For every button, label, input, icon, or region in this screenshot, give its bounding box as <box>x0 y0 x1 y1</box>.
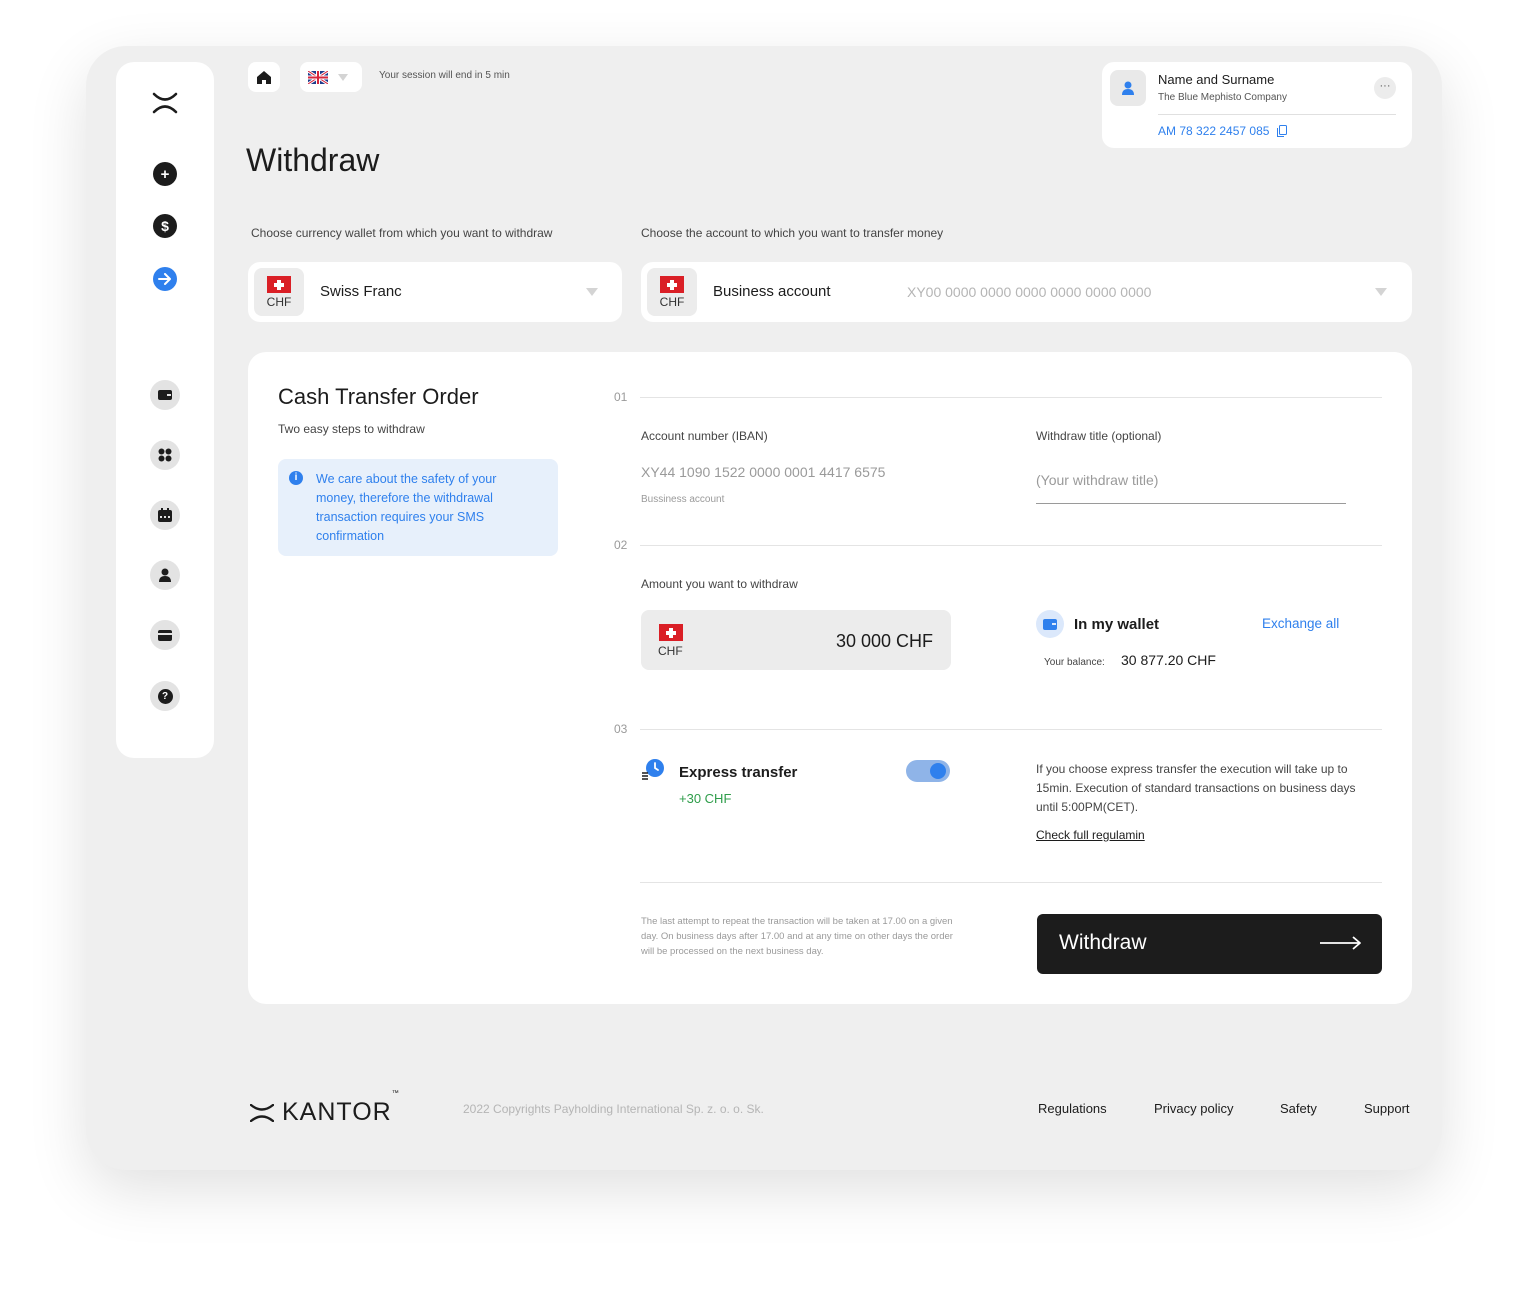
home-icon <box>257 70 271 84</box>
iban-account-type: Bussiness account <box>641 494 725 505</box>
currency-code: CHF <box>266 294 292 309</box>
card-subtitle: Two easy steps to withdraw <box>278 422 425 436</box>
express-description: If you choose express transfer the execu… <box>1036 762 1356 814</box>
user-account-number[interactable]: AM 78 322 2457 085 <box>1158 124 1288 138</box>
wallet-icon <box>1036 610 1064 638</box>
logo-x-icon[interactable] <box>152 92 178 114</box>
step-divider <box>640 397 1382 398</box>
currency-name: Swiss Franc <box>320 283 402 300</box>
dashboard-icon[interactable] <box>150 440 180 470</box>
express-clock-icon <box>642 759 664 780</box>
card-icon[interactable] <box>150 620 180 650</box>
user-icon[interactable] <box>150 560 180 590</box>
session-timer: Your session will end in 5 min <box>379 70 510 81</box>
iban-placeholder: XY00 0000 0000 0000 0000 0000 0000 <box>907 284 1152 300</box>
language-selector[interactable] <box>300 62 362 92</box>
user-avatar-icon <box>1122 81 1134 95</box>
footer-link-privacy[interactable]: Privacy policy <box>1154 1101 1233 1116</box>
source-wallet-select[interactable]: CHF Swiss Franc <box>248 262 622 322</box>
currency-code: CHF <box>658 644 683 658</box>
express-toggle[interactable] <box>906 760 950 782</box>
more-options-button[interactable]: ··· <box>1374 77 1396 99</box>
footer-link-regulations[interactable]: Regulations <box>1038 1101 1107 1116</box>
regulamin-link[interactable]: Check full regulamin <box>1036 828 1145 842</box>
target-account-select[interactable]: CHF Business account XY00 0000 0000 0000… <box>641 262 1412 322</box>
step-number: 02 <box>614 538 628 552</box>
source-wallet-label: Choose currency wallet from which you wa… <box>251 226 553 240</box>
footer-brand: KANTOR™ <box>250 1090 400 1127</box>
app-frame: + $ ? Your session will end in 5 min Nam… <box>86 46 1442 1170</box>
footer-link-safety[interactable]: Safety <box>1280 1101 1317 1116</box>
balance-label: Your balance: <box>1044 657 1105 668</box>
dollar-icon[interactable]: $ <box>153 214 177 238</box>
divider <box>640 882 1382 883</box>
divider <box>1158 114 1396 115</box>
card-title: Cash Transfer Order <box>278 384 479 409</box>
copy-icon[interactable] <box>1277 125 1288 137</box>
avatar[interactable] <box>1110 70 1146 106</box>
home-button[interactable] <box>248 62 280 92</box>
swiss-flag-icon <box>267 275 291 293</box>
account-name: Business account <box>713 283 831 300</box>
iban-label: Account number (IBAN) <box>641 429 768 443</box>
uk-flag-icon <box>308 70 328 84</box>
swiss-flag-icon <box>660 275 684 293</box>
arrow-right-icon[interactable] <box>153 267 177 291</box>
help-icon[interactable]: ? <box>150 681 180 711</box>
exchange-all-link[interactable]: Exchange all <box>1262 616 1339 631</box>
target-account-label: Choose the account to which you want to … <box>641 226 944 240</box>
account-number-text: AM 78 322 2457 085 <box>1158 124 1270 138</box>
withdraw-title-input[interactable]: (Your withdraw title) <box>1036 472 1158 488</box>
step-number: 01 <box>614 390 628 404</box>
add-icon[interactable]: + <box>153 162 177 186</box>
copyright: 2022 Copyrights Payholding International… <box>463 1102 764 1116</box>
cash-transfer-card: Cash Transfer Order Two easy steps to wi… <box>248 352 1412 1004</box>
user-name: Name and Surname <box>1158 72 1275 87</box>
withdraw-button[interactable]: Withdraw <box>1037 914 1382 974</box>
withdraw-title-label: Withdraw title (optional) <box>1036 429 1162 443</box>
brand-name: KANTOR™ <box>282 1090 400 1126</box>
express-transfer-label: Express transfer <box>679 764 798 781</box>
step-divider <box>640 729 1382 730</box>
withdraw-button-label: Withdraw <box>1059 931 1147 954</box>
currency-code: CHF <box>659 294 685 309</box>
arrow-right-icon <box>1320 936 1361 950</box>
iban-value: XY44 1090 1522 0000 0001 4417 6575 <box>641 464 886 480</box>
user-company: The Blue Mephisto Company <box>1158 92 1287 103</box>
toggle-knob <box>930 763 946 779</box>
wallet-label: In my wallet <box>1074 616 1160 633</box>
info-text: We care about the safety of your money, … <box>316 472 497 543</box>
footer-link-support[interactable]: Support <box>1364 1101 1410 1116</box>
currency-badge: CHF <box>647 268 697 316</box>
info-box: i We care about the safety of your money… <box>278 459 558 556</box>
logo-x-icon <box>250 1103 274 1122</box>
chevron-down-icon <box>338 73 348 81</box>
trademark: ™ <box>391 1090 400 1097</box>
calendar-icon[interactable] <box>150 500 180 530</box>
wallet-icon[interactable] <box>150 380 180 410</box>
amount-input[interactable]: CHF 30 000 CHF <box>641 610 951 670</box>
page-title: Withdraw <box>246 142 380 178</box>
input-underline <box>1036 503 1346 504</box>
amount-value: 30 000 CHF <box>835 631 933 651</box>
express-fee: +30 CHF <box>679 791 732 806</box>
chevron-down-icon <box>586 288 598 296</box>
sidebar: + $ ? <box>116 62 214 758</box>
step-divider <box>640 545 1382 546</box>
user-card: Name and Surname The Blue Mephisto Compa… <box>1102 62 1412 148</box>
footnote: The last attempt to repeat the transacti… <box>641 916 953 957</box>
chevron-down-icon <box>1375 288 1387 296</box>
amount-label: Amount you want to withdraw <box>641 577 798 591</box>
swiss-flag-icon <box>659 624 683 641</box>
step-number: 03 <box>614 722 628 736</box>
currency-badge: CHF <box>254 268 304 316</box>
info-icon: i <box>289 471 303 485</box>
balance-value: 30 877.20 CHF <box>1121 652 1216 668</box>
